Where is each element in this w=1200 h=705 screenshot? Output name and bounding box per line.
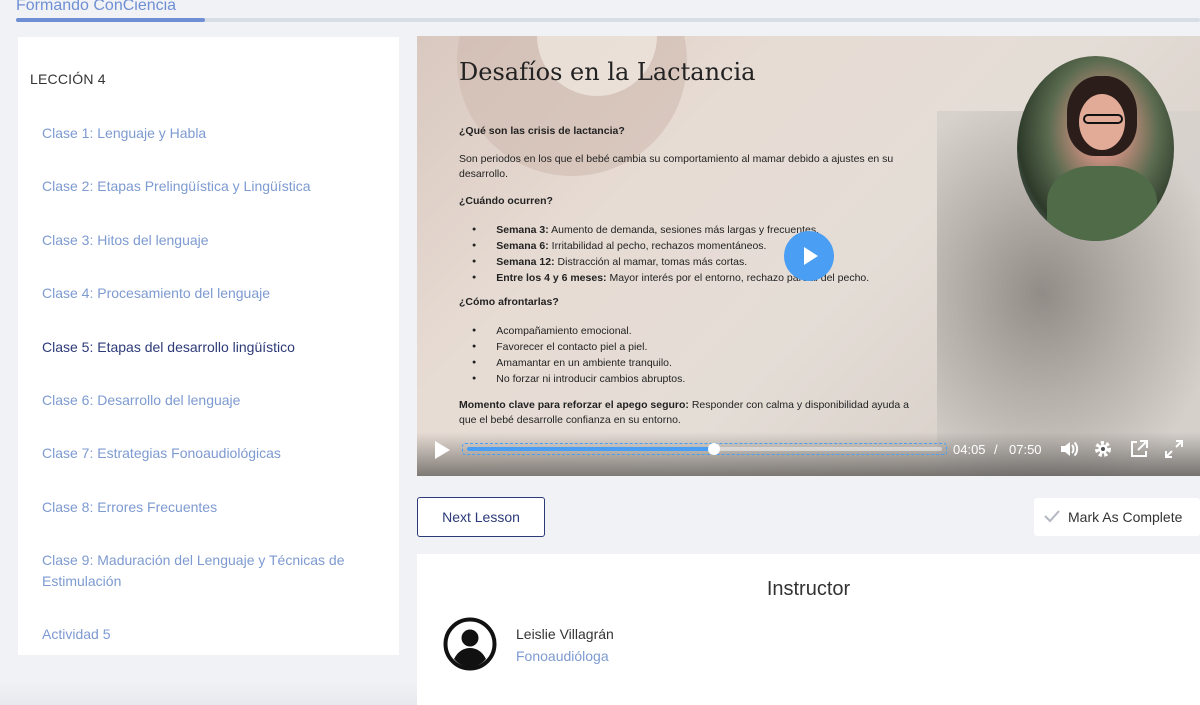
instructor-name: Leislie Villagrán — [516, 626, 614, 642]
total-duration: 07:50 — [1009, 442, 1042, 457]
sidebar-item-clase-3[interactable]: Clase 3: Hitos del lenguaje — [42, 230, 209, 251]
seek-bar[interactable] — [462, 443, 947, 455]
slide-title: Desafíos en la Lactancia — [459, 58, 756, 86]
slide-question-3: ¿Cómo afrontarlas? — [459, 296, 559, 308]
mark-complete-button[interactable]: Mark As Complete — [1034, 498, 1200, 536]
list-item: Favorecer el contacto piel a piel. — [472, 340, 685, 356]
slide-question-1: ¿Qué son las crisis de lactancia? — [459, 125, 625, 137]
instructor-panel: Instructor Leislie Villagrán Fonoaudiólo… — [417, 554, 1200, 705]
current-time: 04:05 — [953, 442, 986, 457]
sidebar-item-actividad-5[interactable]: Actividad 5 — [42, 624, 110, 645]
sidebar-item-clase-4[interactable]: Clase 4: Procesamiento del lenguaje — [42, 283, 270, 304]
bottom-fade — [0, 680, 417, 705]
center-play-button[interactable] — [784, 231, 834, 281]
sidebar-item-clase-1[interactable]: Clase 1: Lenguaje y Habla — [42, 123, 206, 144]
presenter-webcam — [1017, 56, 1174, 241]
slide-question-2: ¿Cuándo ocurren? — [459, 195, 553, 207]
external-link-icon[interactable] — [1128, 438, 1150, 460]
fullscreen-icon[interactable] — [1163, 438, 1185, 460]
sidebar-item-clase-6[interactable]: Clase 6: Desarrollo del lenguaje — [42, 390, 240, 411]
video-player[interactable]: Desafíos en la Lactancia ¿Qué son las cr… — [417, 36, 1200, 476]
instructor-heading: Instructor — [766, 578, 851, 600]
list-item: Amamantar en un ambiente tranquilo. — [472, 356, 685, 372]
slide-answer-1: Son periodos en los que el bebé cambia s… — [459, 153, 894, 180]
slide-how-list: Acompañamiento emocional. Favorecer el c… — [472, 324, 685, 388]
course-progress-fill — [16, 18, 206, 22]
avatar — [443, 617, 497, 671]
sidebar-item-clase-2[interactable]: Clase 2: Etapas Prelingüística y Lingüís… — [42, 176, 310, 197]
time-separator: / — [994, 442, 998, 457]
list-item: Acompañamiento emocional. — [472, 324, 685, 340]
gear-icon[interactable] — [1092, 438, 1114, 460]
seek-handle[interactable] — [708, 443, 720, 455]
volume-icon[interactable] — [1058, 438, 1080, 460]
top-bar: Formando ConCiencia — [0, 0, 1200, 24]
mark-complete-label: Mark As Complete — [1068, 509, 1183, 525]
sidebar-item-clase-5[interactable]: Clase 5: Etapas del desarrollo lingüísti… — [42, 337, 295, 358]
check-icon — [1044, 509, 1060, 526]
seek-progress — [467, 447, 714, 451]
lesson-heading: LECCIÓN 4 — [30, 71, 106, 87]
list-item: No forzar ni introducir cambios abruptos… — [472, 372, 685, 388]
sidebar-item-clase-9[interactable]: Clase 9: Maduración del Lenguaje y Técni… — [42, 550, 352, 592]
sidebar-item-clase-7[interactable]: Clase 7: Estrategias Fonoaudiológicas — [42, 443, 281, 464]
next-lesson-button[interactable]: Next Lesson — [417, 497, 545, 537]
lesson-sidebar: LECCIÓN 4 Clase 1: Lenguaje y Habla Clas… — [18, 37, 399, 655]
brand-title[interactable]: Formando ConCiencia — [16, 0, 176, 15]
sidebar-item-clase-8[interactable]: Clase 8: Errores Frecuentes — [42, 497, 217, 518]
instructor-role: Fonoaudióloga — [516, 648, 609, 664]
slide-key-moment: Momento clave para reforzar el apego seg… — [459, 399, 909, 426]
